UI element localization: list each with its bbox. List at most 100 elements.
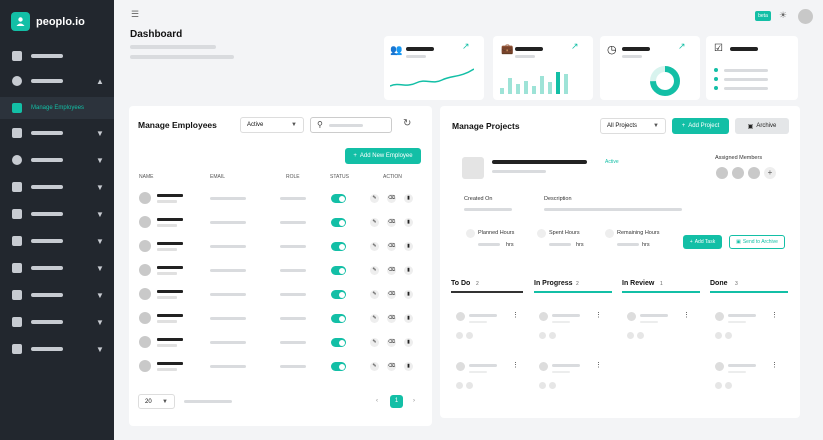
page-button-current[interactable]: 1 (390, 395, 403, 408)
member-avatar[interactable] (716, 167, 728, 179)
edit-icon[interactable]: ✎ (370, 338, 379, 347)
bookmark-icon[interactable]: ▮ (404, 194, 413, 203)
more-options-icon[interactable]: ⋮ (683, 311, 690, 319)
more-options-icon[interactable]: ⋮ (771, 361, 778, 369)
edit-icon[interactable]: ✎ (370, 314, 379, 323)
add-project-label: Add Project (688, 123, 720, 129)
column-header-role: ROLE (286, 174, 300, 180)
delete-icon[interactable]: ⌫ (387, 242, 396, 251)
edit-icon[interactable]: ✎ (370, 194, 379, 203)
project-filter-select[interactable]: All Projects ▼ (600, 118, 666, 134)
status-toggle[interactable] (331, 194, 346, 203)
employee-role (280, 293, 306, 296)
edit-icon[interactable]: ✎ (370, 218, 379, 227)
delete-icon[interactable]: ⌫ (387, 194, 396, 203)
status-toggle[interactable] (331, 290, 346, 299)
sidebar-item-manage-employees[interactable]: Manage Employees (0, 97, 114, 119)
employee-avatar (139, 264, 151, 276)
bookmark-icon[interactable]: ▮ (404, 362, 413, 371)
delete-icon[interactable]: ⌫ (387, 290, 396, 299)
status-toggle[interactable] (331, 338, 346, 347)
bookmark-icon[interactable]: ▮ (404, 314, 413, 323)
archive-button[interactable]: ▣ Archive (735, 118, 789, 134)
member-avatar[interactable] (732, 167, 744, 179)
status-toggle[interactable] (331, 314, 346, 323)
column-header-email: EMAIL (210, 174, 226, 180)
stat-card-tasks[interactable]: ☑ (706, 36, 798, 100)
archive-label: Archive (756, 123, 777, 129)
sidebar-item-documents[interactable]: ▼ (0, 230, 114, 252)
app-logo[interactable]: peoplo.io (11, 12, 85, 31)
status-toggle[interactable] (331, 218, 346, 227)
page-size-select[interactable]: 20 ▼ (138, 394, 175, 409)
employee-id (157, 200, 177, 203)
stat-card-employees[interactable]: 👥 ↗ (384, 36, 484, 100)
sidebar-item-calendar[interactable]: ▼ (0, 122, 114, 144)
edit-icon[interactable]: ✎ (370, 290, 379, 299)
delete-icon[interactable]: ⌫ (387, 266, 396, 275)
more-options-icon[interactable]: ⋮ (771, 311, 778, 319)
bookmark-icon[interactable]: ▮ (404, 266, 413, 275)
sidebar-item-launch[interactable]: ▼ (0, 311, 114, 333)
sidebar-item-label (31, 54, 63, 58)
sidebar-item-security[interactable]: ▼ (0, 257, 114, 279)
prev-page-icon[interactable]: ‹ (376, 398, 378, 404)
kanban-column-title: To Do (451, 280, 471, 287)
collapse-sidebar-icon[interactable]: ☰ (131, 9, 139, 20)
employee-status-select[interactable]: Active ▼ (240, 117, 304, 133)
bookmark-icon[interactable]: ▮ (404, 242, 413, 251)
employee-avatar (139, 288, 151, 300)
more-options-icon[interactable]: ⋮ (595, 361, 602, 369)
more-options-icon[interactable]: ⋮ (512, 361, 519, 369)
more-options-icon[interactable]: ⋮ (512, 311, 519, 319)
task-meta-icon (725, 332, 732, 339)
task-title (469, 364, 497, 367)
sidebar-item-employees[interactable]: ▲ (0, 70, 114, 92)
stat-card-projects[interactable]: 💼 ↗ (493, 36, 593, 100)
refresh-icon[interactable]: ↻ (403, 118, 411, 129)
next-page-icon[interactable]: › (413, 398, 415, 404)
send-to-archive-label: Send to Archive (742, 239, 778, 245)
bookmark-icon[interactable]: ▮ (404, 290, 413, 299)
project-sub (492, 170, 546, 173)
edit-icon[interactable]: ✎ (370, 242, 379, 251)
status-dot (714, 68, 718, 72)
delete-icon[interactable]: ⌫ (387, 314, 396, 323)
bookmark-icon[interactable]: ▮ (404, 338, 413, 347)
send-to-archive-button[interactable]: ▣ Send to Archive (729, 235, 785, 249)
edit-icon[interactable]: ✎ (370, 266, 379, 275)
bookmark-icon[interactable]: ▮ (404, 218, 413, 227)
stat-card-attendance[interactable]: ◷ ↗ (600, 36, 700, 100)
sidebar-item-projects[interactable]: ▼ (0, 284, 114, 306)
kanban-column-count: 2 (476, 281, 479, 287)
status-toggle[interactable] (331, 242, 346, 251)
sidebar-item-payroll[interactable]: ▼ (0, 176, 114, 198)
employee-email (210, 365, 246, 368)
status-toggle[interactable] (331, 266, 346, 275)
delete-icon[interactable]: ⌫ (387, 338, 396, 347)
edit-icon[interactable]: ✎ (370, 362, 379, 371)
user-avatar[interactable] (798, 9, 813, 24)
employee-role (280, 341, 306, 344)
delete-icon[interactable]: ⌫ (387, 362, 396, 371)
add-project-button[interactable]: + Add Project (672, 118, 729, 134)
sidebar-item-reports[interactable]: ▼ (0, 149, 114, 171)
sidebar-item-organization[interactable]: ▼ (0, 203, 114, 225)
sidebar-item-access[interactable]: ▼ (0, 338, 114, 360)
employee-email (210, 317, 246, 320)
plus-icon: + (353, 153, 357, 159)
sidebar-item-dashboard[interactable] (0, 45, 114, 67)
add-task-button[interactable]: + Add Task (683, 235, 722, 249)
status-dot (714, 77, 718, 81)
more-options-icon[interactable]: ⋮ (595, 311, 602, 319)
add-employee-button[interactable]: + Add New Employee (345, 148, 421, 164)
add-member-icon[interactable]: + (764, 167, 776, 179)
search-placeholder (329, 124, 363, 127)
delete-icon[interactable]: ⌫ (387, 218, 396, 227)
status-toggle[interactable] (331, 362, 346, 371)
task-sub (640, 321, 658, 323)
employee-search-input[interactable]: ⚲ (310, 117, 392, 133)
sun-icon[interactable]: ☀ (779, 10, 787, 21)
member-avatar[interactable] (748, 167, 760, 179)
task-stat (724, 87, 768, 90)
